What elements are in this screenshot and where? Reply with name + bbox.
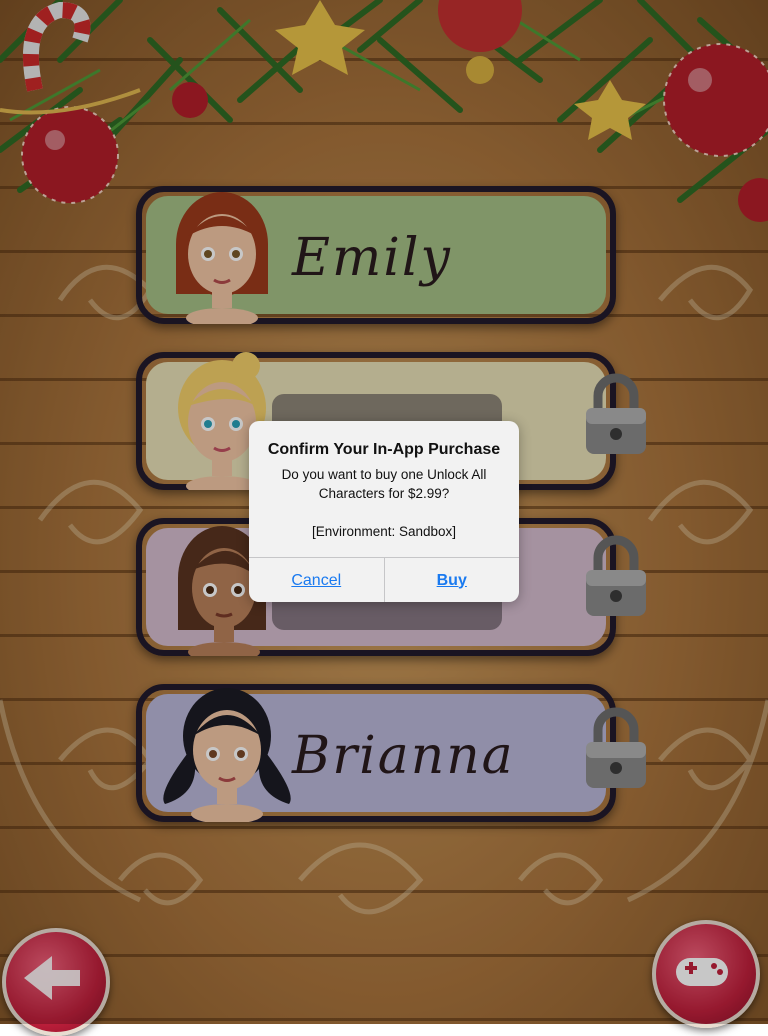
- cancel-button[interactable]: Cancel: [249, 558, 384, 602]
- dialog-title: Confirm Your In-App Purchase: [267, 441, 501, 458]
- purchase-confirm-dialog: Confirm Your In-App Purchase Do you want…: [249, 421, 519, 602]
- buy-button[interactable]: Buy: [383, 558, 520, 602]
- dialog-message: Do you want to buy one Unlock All Charac…: [281, 467, 487, 539]
- dialog-button-bar: Cancel Buy: [249, 557, 519, 602]
